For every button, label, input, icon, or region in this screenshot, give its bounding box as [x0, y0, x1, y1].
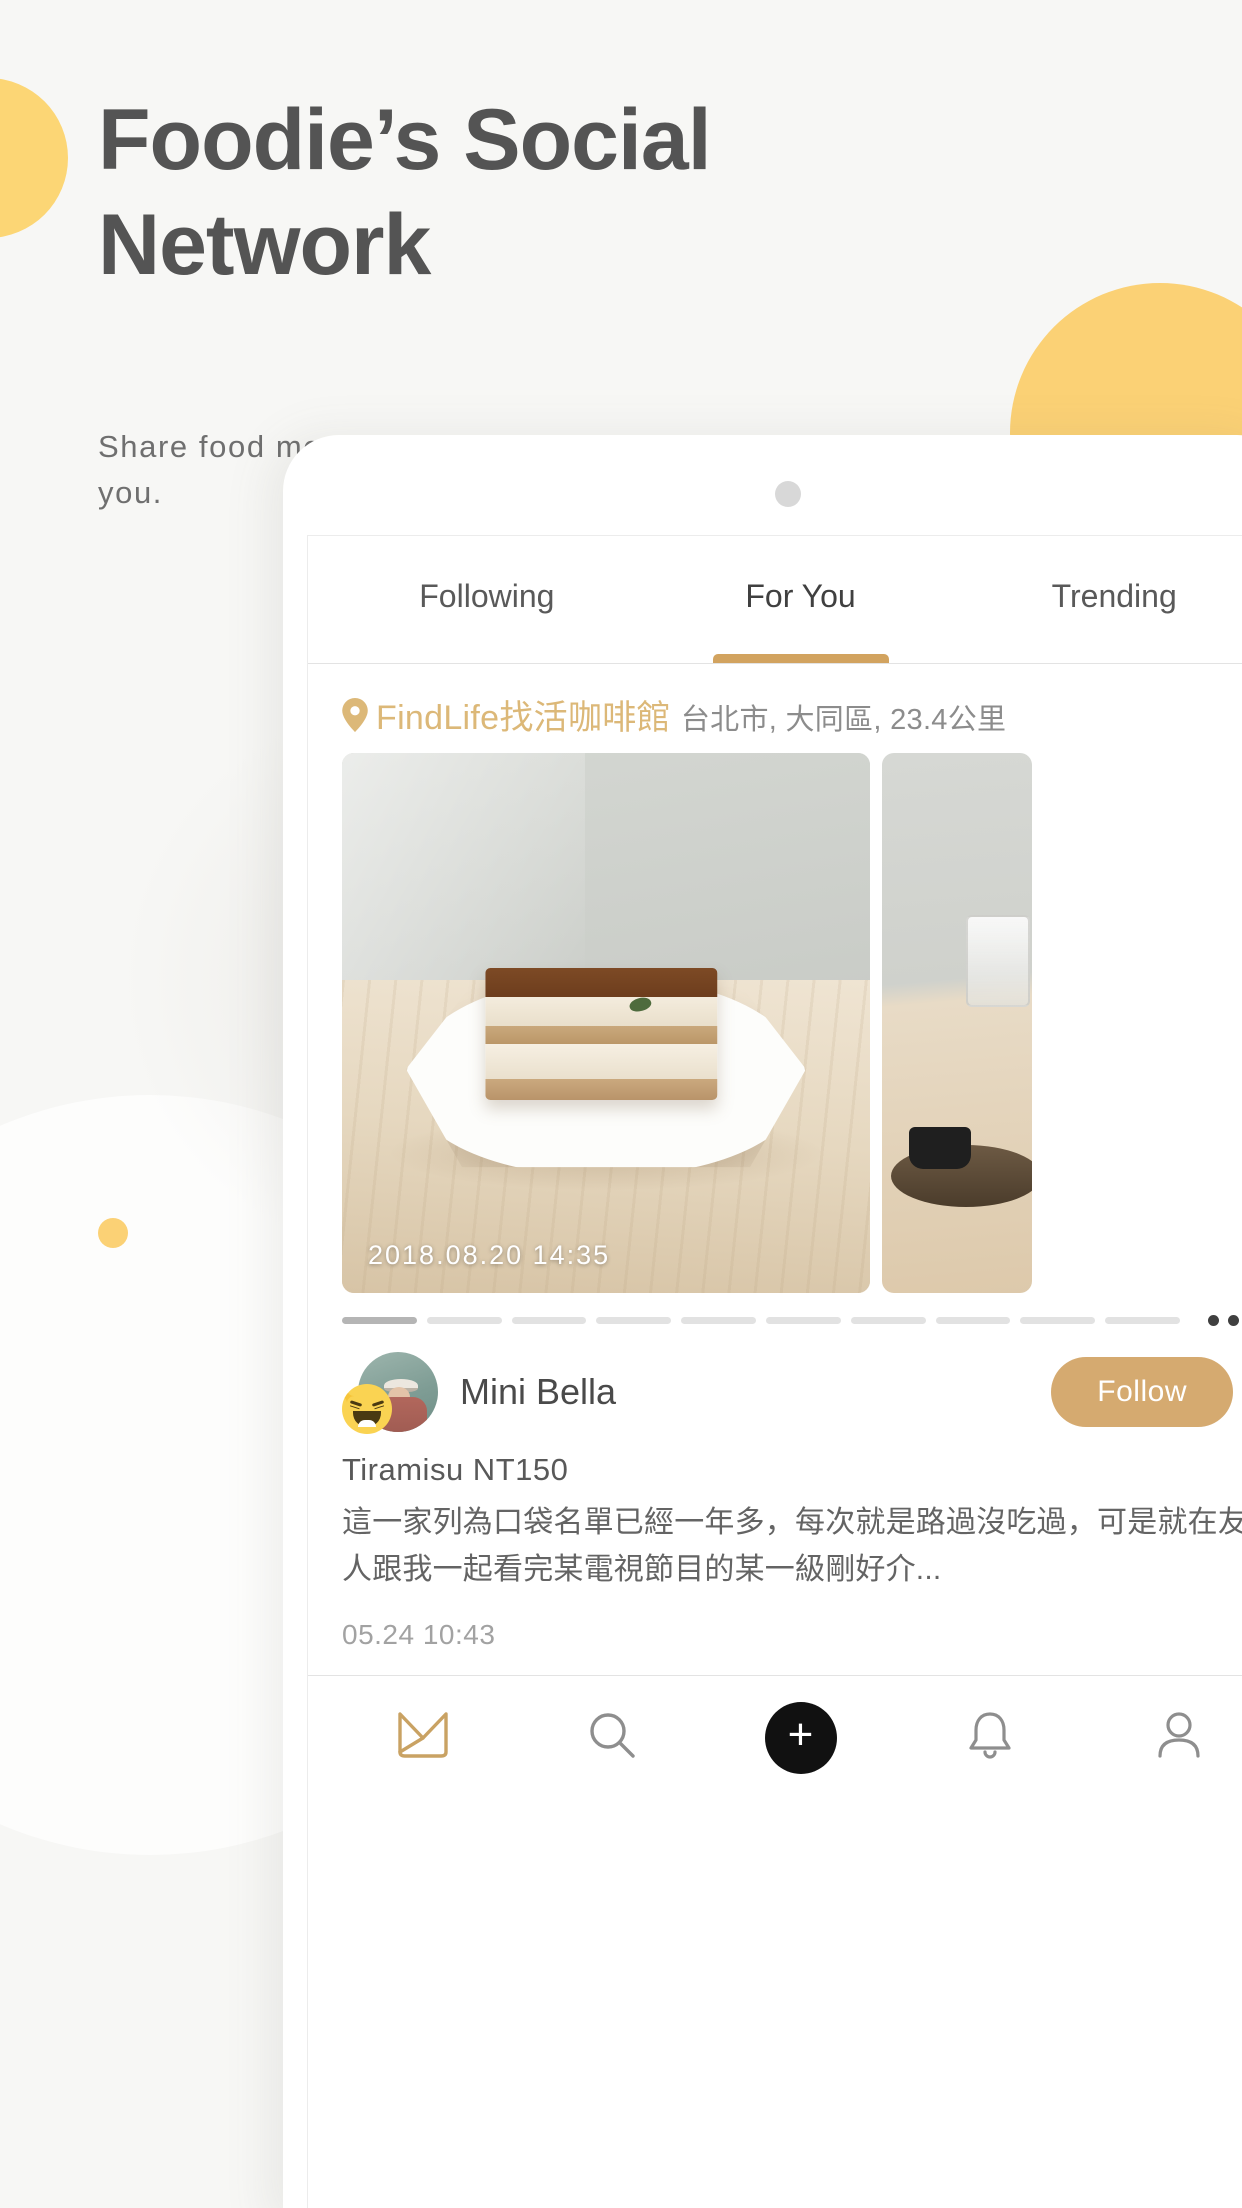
- photo2-glass: [966, 915, 1030, 1007]
- home-fox-logo-icon: [396, 1710, 450, 1765]
- user-profile-icon: [1155, 1709, 1203, 1766]
- carousel-dash[interactable]: [1020, 1317, 1096, 1324]
- venue-row[interactable]: FindLife找活咖啡館 台北市, 大同區, 23.4公里: [308, 664, 1242, 753]
- phone-speaker-icon: [775, 481, 801, 507]
- post-author-row: ✦ Mini Bella Follow: [308, 1330, 1242, 1440]
- tab-trending[interactable]: Trending: [957, 536, 1242, 663]
- follow-button[interactable]: Follow: [1051, 1357, 1233, 1427]
- add-plus-icon: +: [764, 1701, 837, 1774]
- carousel-dash[interactable]: [511, 1317, 587, 1324]
- carousel-dash[interactable]: [426, 1317, 502, 1324]
- location-pin-icon: [342, 697, 368, 732]
- bell-notification-icon: [966, 1709, 1014, 1766]
- nav-search-button[interactable]: [552, 1676, 672, 1799]
- photo-tiramisu-slice: [485, 967, 718, 1100]
- post-description: 這一家列為口袋名單已經一年多，每次就是路過沒吃過，可是就在友人跟我一起看完某電視…: [342, 1506, 1242, 1586]
- grinning-squinting-face-emoji: ✦: [342, 1384, 392, 1434]
- decorative-yellow-circle-left: [0, 78, 68, 238]
- tab-for-you[interactable]: For You: [644, 536, 958, 663]
- tab-following[interactable]: Following: [330, 536, 644, 663]
- avatar[interactable]: ✦: [342, 1352, 438, 1434]
- post-timestamp: 05.24 10:43: [342, 1619, 496, 1650]
- carousel-dash[interactable]: [765, 1317, 841, 1324]
- post-photo-primary[interactable]: 2018.08.20 14:35: [342, 753, 870, 1293]
- photo2-cup: [909, 1126, 971, 1169]
- nav-profile-button[interactable]: [1119, 1676, 1239, 1799]
- venue-name: FindLife找活咖啡館: [376, 699, 671, 737]
- decorative-yellow-dot: [98, 1218, 128, 1248]
- nav-add-button[interactable]: +: [741, 1676, 861, 1799]
- page-title: Foodie’s Social Network: [98, 92, 712, 293]
- photo-carousel[interactable]: 2018.08.20 14:35: [308, 753, 1242, 1293]
- post-photo-next[interactable]: [882, 753, 1032, 1293]
- post-dish-title: Tiramisu NT150: [342, 1452, 569, 1487]
- carousel-dash[interactable]: [850, 1317, 926, 1324]
- photo-timestamp: 2018.08.20 14:35: [368, 1240, 611, 1270]
- app-screen: Following For You Trending FindLife找活咖啡館…: [307, 535, 1242, 2208]
- phone-mockup: Following For You Trending FindLife找活咖啡館…: [283, 435, 1242, 2208]
- carousel-dash[interactable]: [342, 1317, 417, 1324]
- search-icon: [586, 1709, 638, 1766]
- feed-tabbar: Following For You Trending: [308, 536, 1242, 664]
- photo2-background: [882, 753, 1032, 1293]
- carousel-dash[interactable]: [935, 1317, 1011, 1324]
- carousel-dash[interactable]: [596, 1317, 672, 1324]
- bottom-navigation-bar: +: [308, 1675, 1242, 1799]
- carousel-dash[interactable]: [681, 1317, 756, 1324]
- nav-notifications-button[interactable]: [930, 1676, 1050, 1799]
- carousel-indicator-row: [308, 1293, 1242, 1330]
- nav-home-button[interactable]: [363, 1676, 483, 1799]
- more-horizontal-icon[interactable]: [1207, 1315, 1242, 1326]
- post-author-name[interactable]: Mini Bella: [460, 1371, 1051, 1413]
- carousel-dash[interactable]: [1105, 1317, 1180, 1324]
- venue-meta: 台北市, 大同區, 23.4公里: [680, 704, 1007, 736]
- photo-wall-light: [342, 753, 585, 991]
- page-root: Foodie’s Social Network Share food memor…: [0, 0, 1242, 2208]
